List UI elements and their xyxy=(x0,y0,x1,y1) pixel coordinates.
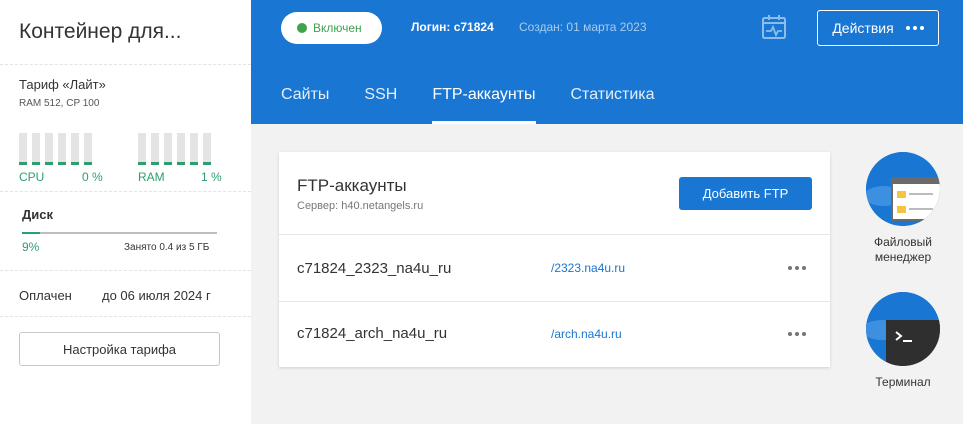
ftp-account-path[interactable]: /2323.na4u.ru xyxy=(551,261,625,275)
cpu-label: CPU xyxy=(19,170,45,184)
cpu-bar xyxy=(32,133,40,165)
file-manager-tool[interactable]: Файловый менеджер xyxy=(863,150,963,270)
status-dot-icon xyxy=(297,23,307,33)
tab-ftp-accounts[interactable]: FTP-аккаунты xyxy=(432,86,536,124)
terminal-tool[interactable]: Терминал xyxy=(863,290,963,400)
ftp-accounts-card: FTP-аккаунты Сервер: h40.netangels.ru До… xyxy=(279,152,830,367)
disk-progress xyxy=(22,232,217,234)
ram-bar xyxy=(164,133,172,165)
tabs: Сайты SSH FTP-аккаунты Статистика xyxy=(281,86,655,124)
divider xyxy=(279,234,830,235)
more-dots-icon xyxy=(905,26,924,30)
tab-ssh[interactable]: SSH xyxy=(364,86,397,124)
disk-progress-fill xyxy=(22,232,40,234)
ram-bar xyxy=(177,133,185,165)
disk-percent: 9% xyxy=(22,240,40,254)
ram-label: RAM xyxy=(138,170,165,184)
login-info: Логин: c71824 xyxy=(411,20,494,34)
cpu-bar xyxy=(58,133,66,165)
ftp-account-path[interactable]: /arch.na4u.ru xyxy=(551,327,622,341)
file-manager-icon xyxy=(866,152,940,226)
header: Включен Логин: c71824 Создан: 01 марта 2… xyxy=(251,0,963,124)
terminal-label: Терминал xyxy=(875,375,931,389)
cpu-value: 0 % xyxy=(82,170,103,184)
actions-label: Действия xyxy=(832,20,894,36)
ram-bar xyxy=(190,133,198,165)
tariff-settings-button[interactable]: Настройка тарифа xyxy=(19,332,220,366)
divider xyxy=(0,316,251,317)
cpu-bar xyxy=(71,133,79,165)
ram-bar xyxy=(203,133,211,165)
sidebar: Контейнер для... Тариф «Лайт» RAM 512, C… xyxy=(0,0,251,424)
cpu-bar xyxy=(19,133,27,165)
add-ftp-button[interactable]: Добавить FTP xyxy=(679,177,812,210)
calendar-activity-icon[interactable] xyxy=(761,14,787,40)
divider xyxy=(0,191,251,192)
cpu-bar xyxy=(45,133,53,165)
actions-button[interactable]: Действия xyxy=(817,10,939,46)
status-text: Включен xyxy=(313,21,362,35)
divider xyxy=(0,270,251,271)
divider xyxy=(279,301,830,302)
container-title: Контейнер для... xyxy=(19,20,182,43)
row-menu-icon[interactable] xyxy=(788,266,806,270)
ftp-account-name: c71824_2323_na4u_ru xyxy=(297,260,452,277)
ram-bar xyxy=(151,133,159,165)
row-menu-icon[interactable] xyxy=(788,332,806,336)
paid-until: до 06 июля 2024 г xyxy=(102,288,211,303)
disk-used: Занято 0.4 из 5 ГБ xyxy=(124,242,210,253)
file-manager-label-line1: Файловый xyxy=(873,235,932,249)
ram-bar xyxy=(138,133,146,165)
paid-label: Оплачен xyxy=(19,288,72,303)
server-info: Сервер: h40.netangels.ru xyxy=(297,200,424,212)
created-date: Создан: 01 марта 2023 xyxy=(519,20,647,34)
tariff-spec: RAM 512, CP 100 xyxy=(19,98,100,109)
ftp-account-name: c71824_arch_na4u_ru xyxy=(297,325,448,342)
cpu-usage-bars xyxy=(19,133,92,165)
card-title: FTP-аккаунты xyxy=(297,176,407,195)
ram-usage-bars xyxy=(138,133,211,165)
cpu-bar xyxy=(84,133,92,165)
terminal-icon xyxy=(866,292,940,366)
status-badge[interactable]: Включен xyxy=(281,12,382,44)
ram-value: 1 % xyxy=(201,170,222,184)
file-manager-label: Файловый менеджер xyxy=(866,235,940,265)
divider xyxy=(0,64,251,65)
tab-sites[interactable]: Сайты xyxy=(281,86,329,124)
tab-statistics[interactable]: Статистика xyxy=(571,86,655,124)
tariff-name: Тариф «Лайт» xyxy=(19,77,106,92)
disk-title: Диск xyxy=(22,207,53,222)
file-manager-label-line2: менеджер xyxy=(874,250,932,264)
